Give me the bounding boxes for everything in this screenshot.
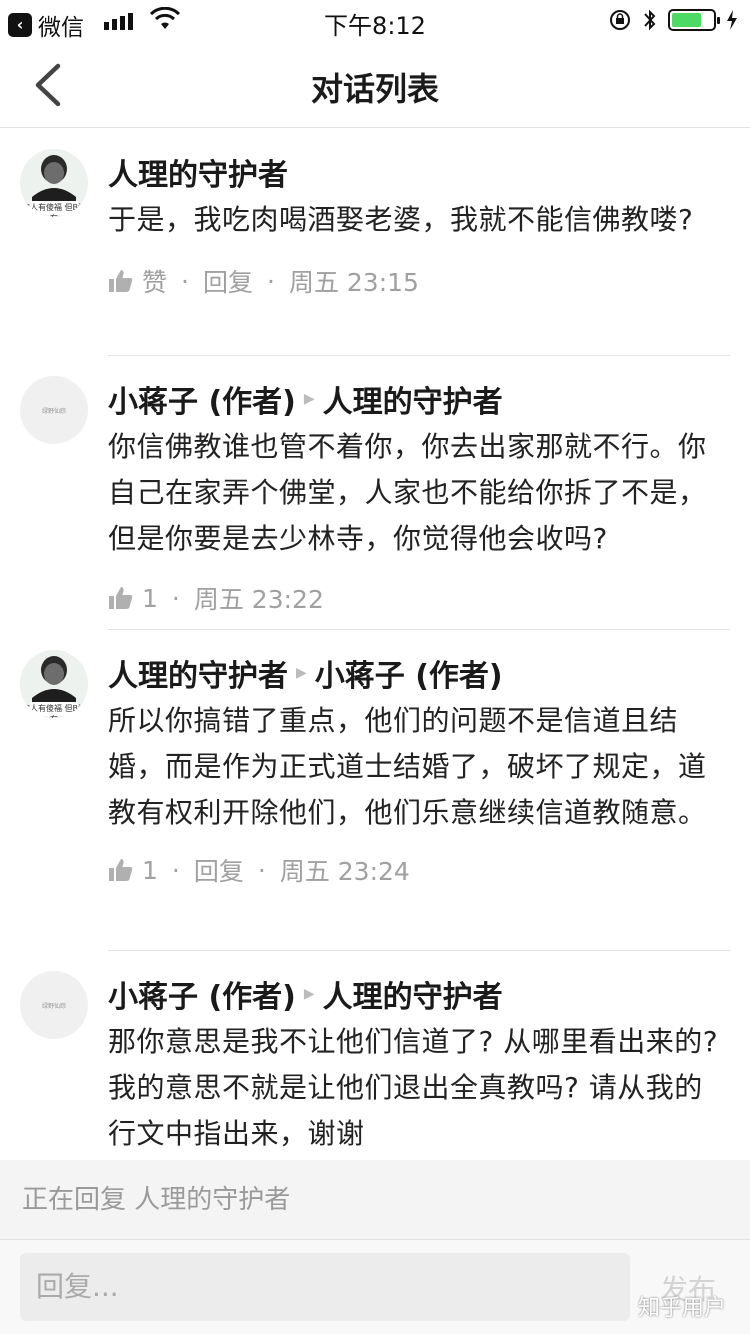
comment-text: 你信佛教谁也管不着你，你去出家那就不行。你自己在家弄个佛堂，人家也不能给你拆了不… (108, 430, 707, 555)
reply-arrow-icon: ▶ (303, 391, 315, 407)
avatar-caption: 绿野仙踪 (41, 408, 66, 415)
page-title: 对话列表 (310, 70, 439, 108)
comment-item: 傻人有傻福 但B没有 人理的守护者 于是，我吃肉喝酒娶老婆，我就不能信佛教喽? … (0, 129, 750, 355)
reply-input[interactable]: 回复... (20, 1253, 630, 1321)
comment-reply-to[interactable]: 人理的守护者 (323, 377, 503, 421)
comment-header: 人理的守护者 (108, 149, 720, 195)
comment-author[interactable]: 小蒋子 (作者) (108, 972, 296, 1016)
reply-button[interactable]: 回复 (194, 852, 244, 888)
comment-item: 绿野仙踪 小蒋子 (作者) ▶ 人理的守护者 那你意思是我不让他们信道了? 从哪… (0, 951, 750, 1160)
comment-time: 周五 23:24 (279, 857, 410, 886)
charging-icon (727, 10, 737, 30)
meta-separator: · (171, 855, 180, 885)
watermark: 知乎用户 (638, 1296, 727, 1321)
meta-separator: · (257, 855, 266, 885)
comment-time: 周五 23:15 (288, 268, 419, 297)
comment-item: 傻人有傻福 但B没有 人理的守护者 ▶ 小蒋子 (作者) 所以你搞错了重点，他们… (0, 630, 750, 950)
avatar[interactable]: 傻人有傻福 但B没有 (20, 149, 88, 217)
comment-reply-to[interactable]: 小蒋子 (作者) (315, 651, 503, 695)
thumbs-up-icon[interactable] (108, 857, 134, 883)
meta-separator: · (171, 583, 180, 613)
comment-header: 小蒋子 (作者) ▶ 人理的守护者 (108, 376, 720, 422)
comment-item: 绿野仙踪 小蒋子 (作者) ▶ 人理的守护者 你信佛教谁也管不着你，你去出家那就… (0, 356, 750, 629)
bluetooth-icon (644, 9, 656, 31)
comment-header: 人理的守护者 ▶ 小蒋子 (作者) (108, 650, 720, 696)
avatar[interactable]: 绿野仙踪 (20, 971, 88, 1039)
comment-author[interactable]: 人理的守护者 (108, 651, 288, 695)
reply-button[interactable]: 回复 (203, 263, 253, 299)
replying-to-banner: 正在回复 人理的守护者 (0, 1160, 750, 1240)
avatar-caption: 傻人有傻福 但B没有 (21, 704, 87, 718)
comment-meta: 赞 · 回复 · 周五 23:15 (108, 261, 720, 301)
comment-text: 所以你搞错了重点，他们的问题不是信道且结婚，而是作为正式道士结婚了，破坏了规定，… (108, 704, 707, 829)
comment-text: 那你意思是我不让他们信道了? 从哪里看出来的? 我的意思不就是让他们退出全真教吗… (108, 1025, 719, 1150)
comment-meta: 1 · 周五 23:22 (108, 578, 720, 618)
comment-reply-to[interactable]: 人理的守护者 (323, 972, 503, 1016)
avatar-caption: 傻人有傻福 但B没有 (21, 203, 87, 217)
meta-separator: · (266, 266, 275, 296)
comment-list[interactable]: 傻人有傻福 但B没有 人理的守护者 于是，我吃肉喝酒娶老婆，我就不能信佛教喽? … (0, 129, 750, 1160)
comment-author[interactable]: 小蒋子 (作者) (108, 377, 296, 421)
avatar[interactable]: 傻人有傻福 但B没有 (20, 650, 88, 718)
avatar-caption: 绿野仙踪 (41, 1003, 66, 1010)
reply-arrow-icon: ▶ (296, 665, 307, 681)
comment-author[interactable]: 人理的守护者 (108, 150, 288, 194)
comment-header: 小蒋子 (作者) ▶ 人理的守护者 (108, 971, 720, 1017)
orientation-lock-icon (610, 10, 630, 30)
comment-meta: 1 · 回复 · 周五 23:24 (108, 850, 720, 890)
avatar[interactable]: 绿野仙踪 (20, 376, 88, 444)
thumbs-up-icon[interactable] (108, 585, 134, 611)
thumbs-up-icon[interactable] (108, 268, 134, 294)
battery-icon (668, 9, 720, 31)
nav-bar: 对话列表 (0, 42, 750, 128)
like-count[interactable]: 1 (142, 584, 158, 613)
like-count[interactable]: 1 (142, 856, 158, 885)
comment-text: 于是，我吃肉喝酒娶老婆，我就不能信佛教喽? (108, 203, 694, 236)
like-label[interactable]: 赞 (142, 263, 167, 299)
meta-separator: · (181, 266, 189, 296)
comment-time: 周五 23:22 (193, 585, 324, 614)
status-bar: ‹ 微信 下午8:12 (0, 0, 750, 42)
reply-arrow-icon: ▶ (303, 986, 315, 1002)
